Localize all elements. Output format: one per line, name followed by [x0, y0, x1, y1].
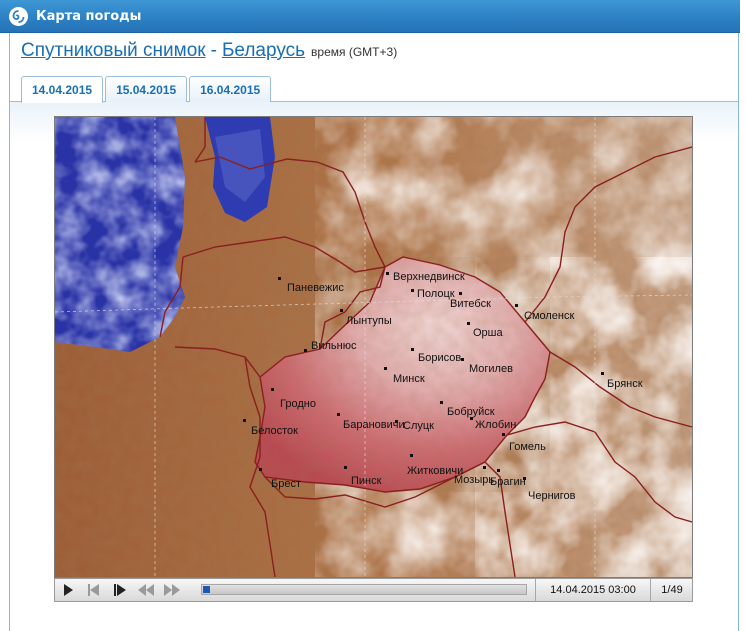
animation-player: 14.04.2015 03:00 1/49: [54, 578, 693, 602]
svg-text:Паневежис: Паневежис: [287, 282, 344, 294]
svg-text:Могилев: Могилев: [469, 363, 513, 375]
svg-text:Гомель: Гомель: [509, 441, 546, 453]
city-vilnius[interactable]: Вильнюс: [304, 340, 357, 352]
rewind-button[interactable]: [133, 579, 159, 601]
svg-text:Верхнедвинск: Верхнедвинск: [393, 271, 465, 283]
svg-text:Орша: Орша: [473, 327, 503, 339]
frame-timestamp: 14.04.2015 03:00: [535, 579, 651, 601]
svg-text:Пинск: Пинск: [351, 475, 382, 487]
step-back-icon: [88, 584, 99, 596]
svg-text:Минск: Минск: [393, 373, 425, 385]
satellite-map: Верхнедвинск Полоцк Витебск Смоленск Пан…: [54, 116, 693, 578]
window-title: Карта погоды: [36, 8, 142, 24]
frame-counter: 1/49: [661, 584, 683, 596]
svg-text:Чернигов: Чернигов: [528, 490, 576, 502]
fast-forward-icon: [164, 584, 180, 596]
svg-text:Борисов: Борисов: [418, 352, 461, 364]
step-back-button[interactable]: [81, 579, 107, 601]
page-title: Спутниковый снимок - Беларусь время (GMT…: [21, 40, 397, 66]
svg-text:Жлобин: Жлобин: [475, 419, 516, 431]
timezone-note: время (GMT+3): [311, 45, 398, 59]
region-link[interactable]: Беларусь: [222, 40, 305, 62]
weather-logo-icon: [9, 6, 28, 26]
svg-text:Смоленск: Смоленск: [524, 310, 574, 322]
city-polotsk[interactable]: Полоцк: [411, 288, 455, 300]
svg-text:Гродно: Гродно: [280, 398, 316, 410]
svg-text:Брагин: Брагин: [490, 476, 526, 488]
svg-text:Слуцк: Слуцк: [403, 420, 434, 432]
window-header: Карта погоды: [0, 0, 746, 33]
svg-text:Бобруйск: Бобруйск: [447, 406, 495, 418]
svg-text:Брест: Брест: [271, 478, 301, 490]
tab-date-3[interactable]: 16.04.2015: [189, 76, 272, 102]
fast-forward-button[interactable]: [159, 579, 185, 601]
satellite-image-link[interactable]: Спутниковый снимок: [21, 40, 206, 62]
svg-text:Витебск: Витебск: [450, 298, 491, 310]
step-forward-icon: [114, 584, 126, 596]
svg-text:Мозырь: Мозырь: [454, 474, 494, 486]
svg-text:Вильнюс: Вильнюс: [311, 340, 357, 352]
tab-date-2[interactable]: 15.04.2015: [105, 76, 188, 102]
play-button[interactable]: [55, 579, 81, 601]
svg-text:Брянск: Брянск: [607, 378, 643, 390]
date-tabs: 14.04.2015 15.04.2015 16.04.2015: [21, 76, 273, 103]
step-forward-button[interactable]: [107, 579, 133, 601]
play-icon: [64, 584, 73, 596]
svg-text:Белосток: Белосток: [251, 425, 298, 437]
city-zhlobin[interactable]: Жлобин: [470, 417, 516, 431]
rewind-icon: [138, 584, 154, 596]
city-verhnedvinsk[interactable]: Верхнедвинск: [386, 271, 465, 283]
timeline-slider[interactable]: [201, 584, 527, 595]
heading-separator: -: [210, 40, 217, 61]
svg-text:Лынтупы: Лынтупы: [346, 315, 392, 327]
timeline-progress: [203, 586, 210, 593]
header-edge: [740, 0, 746, 33]
satellite-map-canvas: Верхнедвинск Полоцк Витебск Смоленск Пан…: [55, 117, 692, 577]
tab-date-1[interactable]: 14.04.2015: [21, 76, 104, 103]
